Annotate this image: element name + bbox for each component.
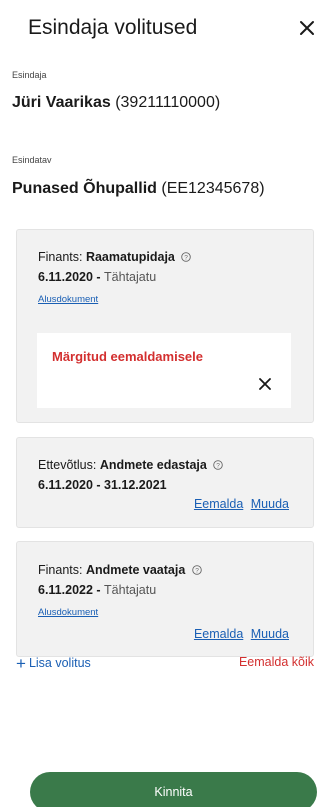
edit-mandate-link[interactable]: Muuda <box>251 497 289 511</box>
mandate-card: Ettevõtlus: Andmete edastaja ? 6.11.2020… <box>16 437 314 528</box>
mandate-dates: 6.11.2022 - Tähtajatu <box>38 583 157 597</box>
representative-id: (39211110000) <box>115 94 221 111</box>
mandate-dates: 6.11.2020 - Tähtajatu <box>38 270 157 284</box>
representative-person: Jüri Vaarikas (39211110000) <box>12 94 220 112</box>
edit-mandate-link[interactable]: Muuda <box>251 627 289 641</box>
help-icon[interactable]: ? <box>213 460 224 470</box>
represented-name: Punased Õhupallid <box>12 180 157 197</box>
mandate-card: Finants: Andmete vaataja ? 6.11.2022 - T… <box>16 541 314 657</box>
mandate-actions: Eemalda Muuda <box>194 497 289 511</box>
remove-mandate-link[interactable]: Eemalda <box>194 497 243 511</box>
mandate-date-end: 31.12.2021 <box>104 478 167 492</box>
represented-id: (EE12345678) <box>161 180 265 197</box>
mandate-date-end: Tähtajatu <box>104 270 157 284</box>
mandate-domain: Finants: <box>38 563 83 577</box>
mandate-domain: Finants: <box>38 250 83 264</box>
document-link[interactable]: Alusdokument <box>38 294 98 305</box>
mandate-domain: Ettevõtlus: <box>38 458 97 472</box>
close-icon[interactable] <box>297 18 317 38</box>
marked-for-removal-panel: Märgitud eemaldamisele <box>37 333 291 408</box>
svg-text:?: ? <box>217 462 221 469</box>
mandate-title: Finants: Andmete vaataja ? <box>38 563 202 577</box>
represented-label: Esindatav <box>12 155 52 165</box>
mandate-date-start: 6.11.2022 <box>38 583 93 597</box>
dialog-header: Esindaja volitused <box>0 0 322 62</box>
representative-name: Jüri Vaarikas <box>12 94 111 111</box>
remove-all-button[interactable]: Eemalda kõik <box>239 655 314 669</box>
mandate-dates: 6.11.2020 - 31.12.2021 <box>38 478 167 492</box>
represented-company: Punased Õhupallid (EE12345678) <box>12 180 265 198</box>
svg-text:?: ? <box>185 254 189 261</box>
mandate-role: Andmete vaataja <box>85 563 186 577</box>
help-icon[interactable]: ? <box>192 565 202 575</box>
svg-text:?: ? <box>195 567 199 574</box>
dialog-title: Esindaja volitused <box>28 16 198 39</box>
mandate-date-end: Tähtajatu <box>104 583 157 597</box>
mandate-role: Raamatupidaja <box>85 250 175 264</box>
add-mandate-label: Lisa volitus <box>28 656 91 670</box>
mandate-title: Ettevõtlus: Andmete edastaja ? <box>38 458 224 472</box>
mandate-date-start: 6.11.2020 <box>38 270 93 284</box>
plus-icon: + <box>16 654 26 673</box>
mandate-date-start: 6.11.2020 <box>38 478 93 492</box>
help-icon[interactable]: ? <box>181 252 192 262</box>
mandate-role: Andmete edastaja <box>99 458 207 472</box>
document-link[interactable]: Alusdokument <box>38 607 98 618</box>
mandate-card: Finants: Raamatupidaja ? 6.11.2020 - Täh… <box>16 229 314 423</box>
remove-mandate-link[interactable]: Eemalda <box>194 627 243 641</box>
mandate-title: Finants: Raamatupidaja ? <box>38 250 192 264</box>
marked-for-removal-text: Märgitud eemaldamisele <box>52 349 203 364</box>
representative-label: Esindaja <box>12 70 47 80</box>
confirm-button[interactable]: Kinnita <box>30 772 317 807</box>
mandate-actions: Eemalda Muuda <box>194 627 289 641</box>
add-mandate-button[interactable]: + Lisa volitus <box>16 654 91 674</box>
undo-removal-close-icon[interactable] <box>258 377 272 391</box>
